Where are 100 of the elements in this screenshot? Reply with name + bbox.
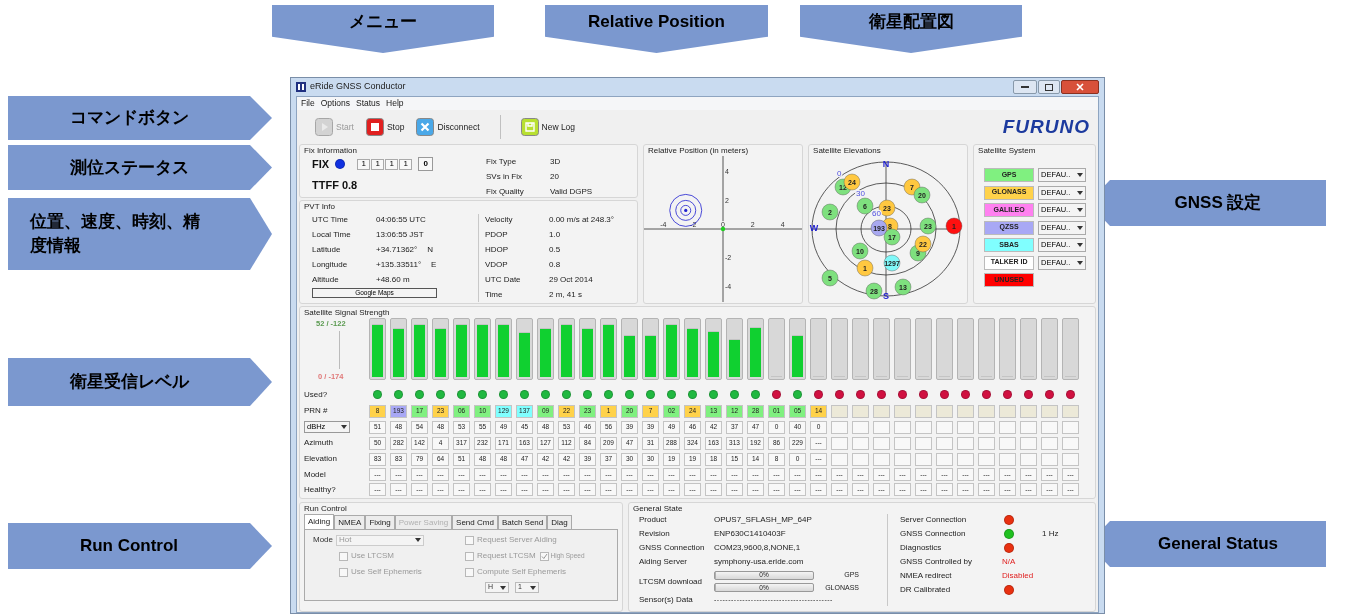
tab[interactable]: Batch Send bbox=[497, 515, 548, 529]
table-cell bbox=[831, 420, 848, 434]
close-x-icon bbox=[416, 118, 435, 136]
field-value: Valid DGPS bbox=[550, 186, 593, 198]
field-label: SVs in Fix bbox=[486, 171, 523, 183]
callout: Run Control bbox=[8, 523, 272, 569]
callout: 測位ステータス bbox=[8, 145, 272, 190]
table-cell bbox=[1041, 436, 1058, 450]
tab[interactable]: NMEA bbox=[334, 515, 366, 529]
panel-title: Relative Position (in meters) bbox=[647, 145, 750, 156]
toolbar-button[interactable]: Disconnect bbox=[416, 118, 480, 136]
field-value: +34.71362° bbox=[376, 244, 418, 256]
table-cell bbox=[1041, 420, 1058, 434]
close-icon bbox=[1076, 83, 1084, 91]
mode-label: Mode bbox=[313, 534, 333, 546]
field-value: 2 m, 41 s bbox=[549, 289, 583, 301]
panel-title: Satellite Signal Strength bbox=[303, 307, 391, 318]
table-cell bbox=[1062, 452, 1079, 466]
row-label: Model bbox=[304, 468, 326, 481]
field-value: ENP630C1410403F bbox=[714, 528, 787, 540]
fix-box: 1 bbox=[399, 158, 413, 170]
menu-item[interactable]: File bbox=[301, 97, 315, 110]
window-title: eRide GNSS Conductor bbox=[310, 80, 406, 94]
callout: 衛星配置図 bbox=[800, 5, 1022, 53]
fix-count: 0 bbox=[418, 157, 434, 172]
table-cell bbox=[978, 436, 995, 450]
field-value: 0.8 bbox=[549, 259, 562, 271]
close-button[interactable] bbox=[1061, 80, 1099, 94]
field-label: GNSS Connection bbox=[639, 542, 706, 554]
maximize-icon bbox=[1045, 83, 1053, 91]
field-value: 1.0 bbox=[549, 229, 562, 241]
toolbar-button[interactable]: New Log bbox=[520, 118, 576, 136]
minimize-button[interactable] bbox=[1013, 80, 1037, 94]
row-label: Healthy? bbox=[304, 483, 336, 496]
caret-icon bbox=[500, 585, 506, 590]
table-cell bbox=[957, 452, 974, 466]
tab[interactable]: Aiding bbox=[304, 514, 335, 529]
field-label: Longitude bbox=[312, 259, 349, 271]
field-label: Product bbox=[639, 514, 668, 526]
maximize-button[interactable] bbox=[1038, 80, 1060, 94]
caret-icon bbox=[1077, 190, 1084, 195]
menu-item[interactable]: Help bbox=[386, 97, 404, 110]
field-label: Time bbox=[485, 289, 504, 301]
row-label: Elevation bbox=[304, 453, 337, 465]
tab[interactable]: Fixing bbox=[365, 515, 395, 529]
panel-title: Satellite System bbox=[977, 145, 1037, 156]
table-cell bbox=[831, 452, 848, 466]
field-label: UTC Time bbox=[312, 214, 349, 226]
toolbar-button[interactable]: Stop bbox=[365, 118, 405, 136]
field-label: VDOP bbox=[485, 259, 509, 271]
minimize-icon bbox=[1021, 85, 1029, 89]
table-cell bbox=[915, 420, 932, 434]
field-label: Revision bbox=[639, 528, 671, 540]
field-label: Aiding Server bbox=[639, 556, 689, 568]
table-cell bbox=[1062, 436, 1079, 450]
caret-icon bbox=[1077, 225, 1084, 230]
status-label: Diagnostics bbox=[900, 542, 943, 554]
field-value: 29 Oct 2014 bbox=[549, 274, 594, 286]
status-label: GNSS Controlled by bbox=[900, 556, 974, 568]
status-label: GNSS Connection bbox=[900, 528, 967, 540]
callout: Relative Position bbox=[545, 5, 768, 53]
table-cell bbox=[894, 452, 911, 466]
field-value: 04:06:55 UTC bbox=[376, 214, 426, 226]
field-label: PDOP bbox=[485, 229, 509, 241]
table-cell bbox=[999, 436, 1016, 450]
field-value: 20 bbox=[550, 171, 560, 183]
field-label: Velocity bbox=[485, 214, 514, 226]
direction-label: N bbox=[882, 159, 890, 169]
stop-icon bbox=[365, 118, 384, 136]
field-value: 3D bbox=[550, 156, 562, 168]
tab[interactable]: Diag bbox=[547, 515, 572, 529]
table-cell bbox=[978, 420, 995, 434]
panel-title: General State bbox=[632, 503, 684, 514]
ring-label: 30 bbox=[856, 189, 865, 198]
fix-status: FIX bbox=[312, 157, 330, 172]
field-value: symphony-usa.eride.com bbox=[714, 556, 805, 568]
table-cell bbox=[1041, 452, 1058, 466]
caret-icon bbox=[530, 585, 536, 590]
field-value: +48.60 m bbox=[376, 274, 410, 286]
status-label: DR Calibrated bbox=[900, 584, 952, 596]
fix-box: 1 bbox=[371, 158, 385, 170]
panel-title: Run Control bbox=[303, 503, 348, 514]
field-label: Fix Quality bbox=[486, 186, 525, 198]
table-cell bbox=[894, 420, 911, 434]
status-value: Disabled bbox=[1002, 570, 1035, 582]
caret-icon bbox=[1077, 260, 1084, 265]
table-cell bbox=[852, 420, 869, 434]
table-cell bbox=[999, 420, 1016, 434]
table-cell bbox=[1062, 420, 1079, 434]
field-value: 0.5 bbox=[549, 244, 562, 256]
menu-item[interactable]: Status bbox=[356, 97, 381, 110]
callout: メニュー bbox=[272, 5, 494, 53]
table-cell bbox=[873, 452, 890, 466]
play-icon bbox=[315, 118, 333, 136]
tab[interactable]: Send Cmd bbox=[452, 515, 498, 529]
menu-item[interactable]: Options bbox=[320, 97, 350, 110]
table-cell bbox=[936, 452, 953, 466]
field-label: UTC Date bbox=[485, 274, 522, 286]
row-label: Azimuth bbox=[304, 437, 333, 449]
origin-dot bbox=[720, 226, 726, 232]
